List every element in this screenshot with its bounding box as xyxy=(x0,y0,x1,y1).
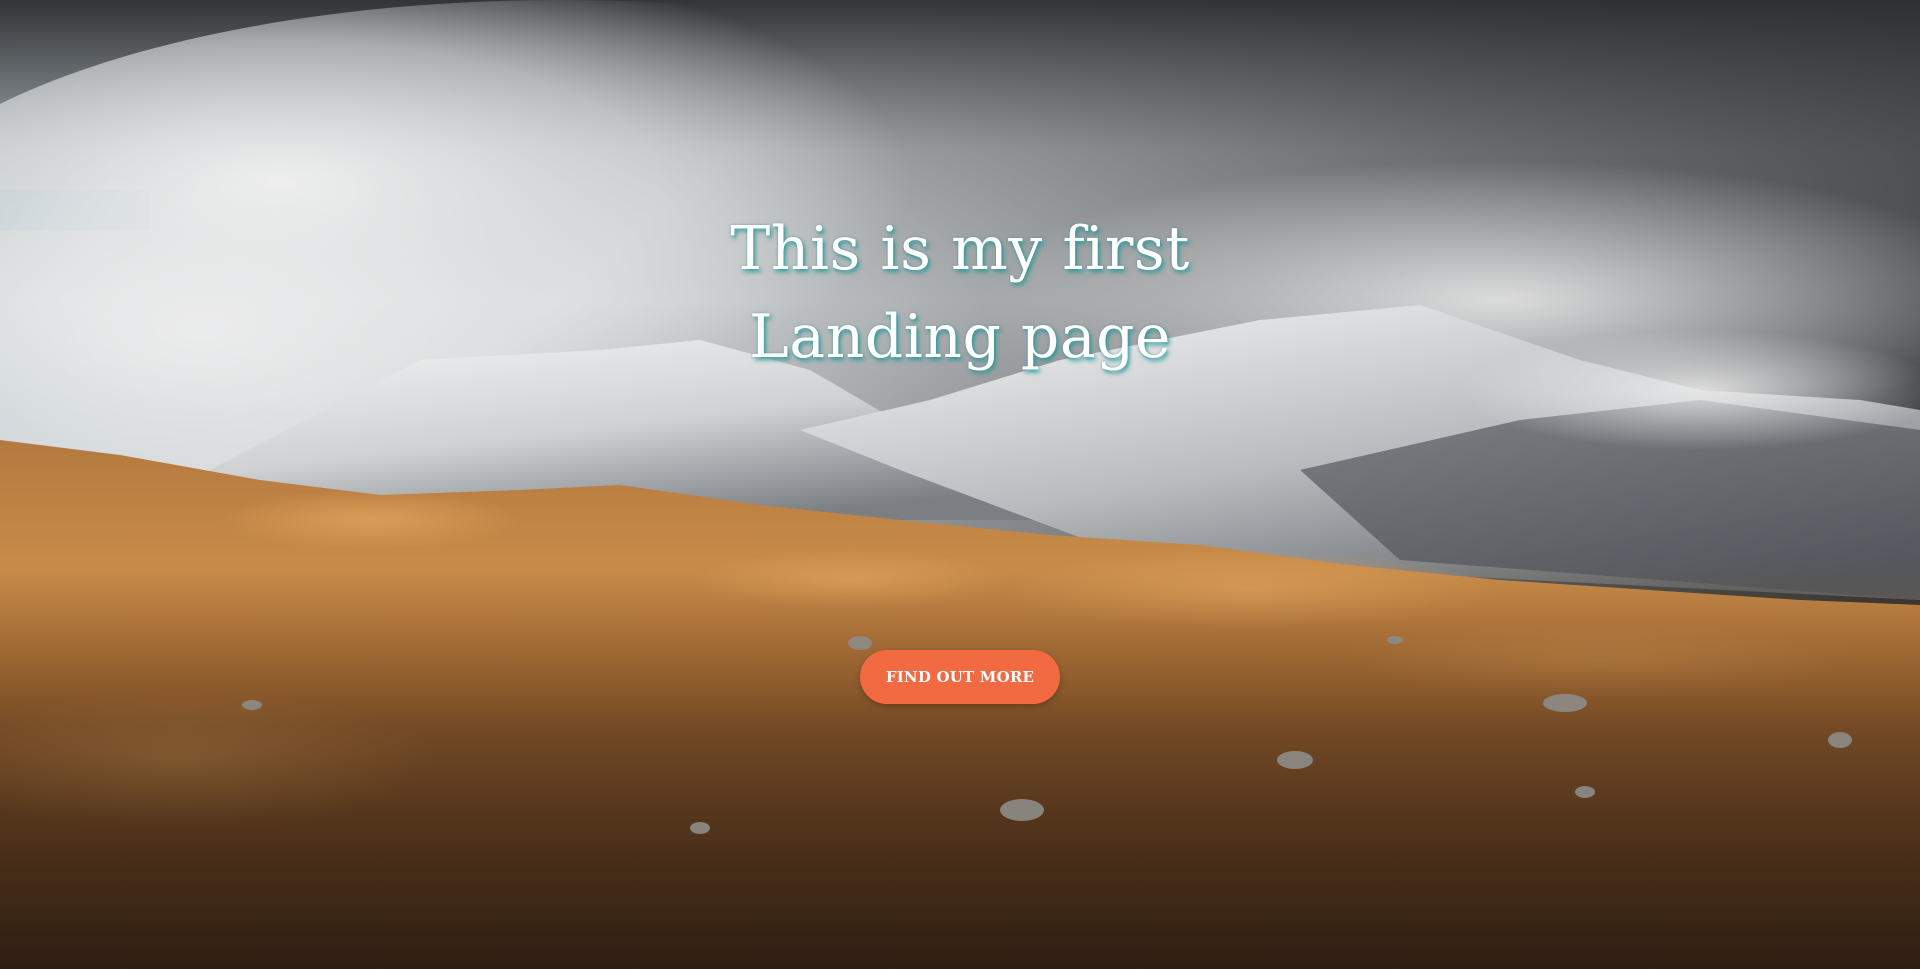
hero-section: This is my first Landing page FIND OUT M… xyxy=(0,0,1920,969)
hero-content: This is my first Landing page FIND OUT M… xyxy=(0,0,1920,969)
hero-title-line-2: Landing page xyxy=(748,302,1172,372)
hero-title-line-1: This is my first xyxy=(730,214,1190,284)
hero-title: This is my first Landing page xyxy=(560,205,1360,381)
find-out-more-button[interactable]: FIND OUT MORE xyxy=(860,650,1060,704)
